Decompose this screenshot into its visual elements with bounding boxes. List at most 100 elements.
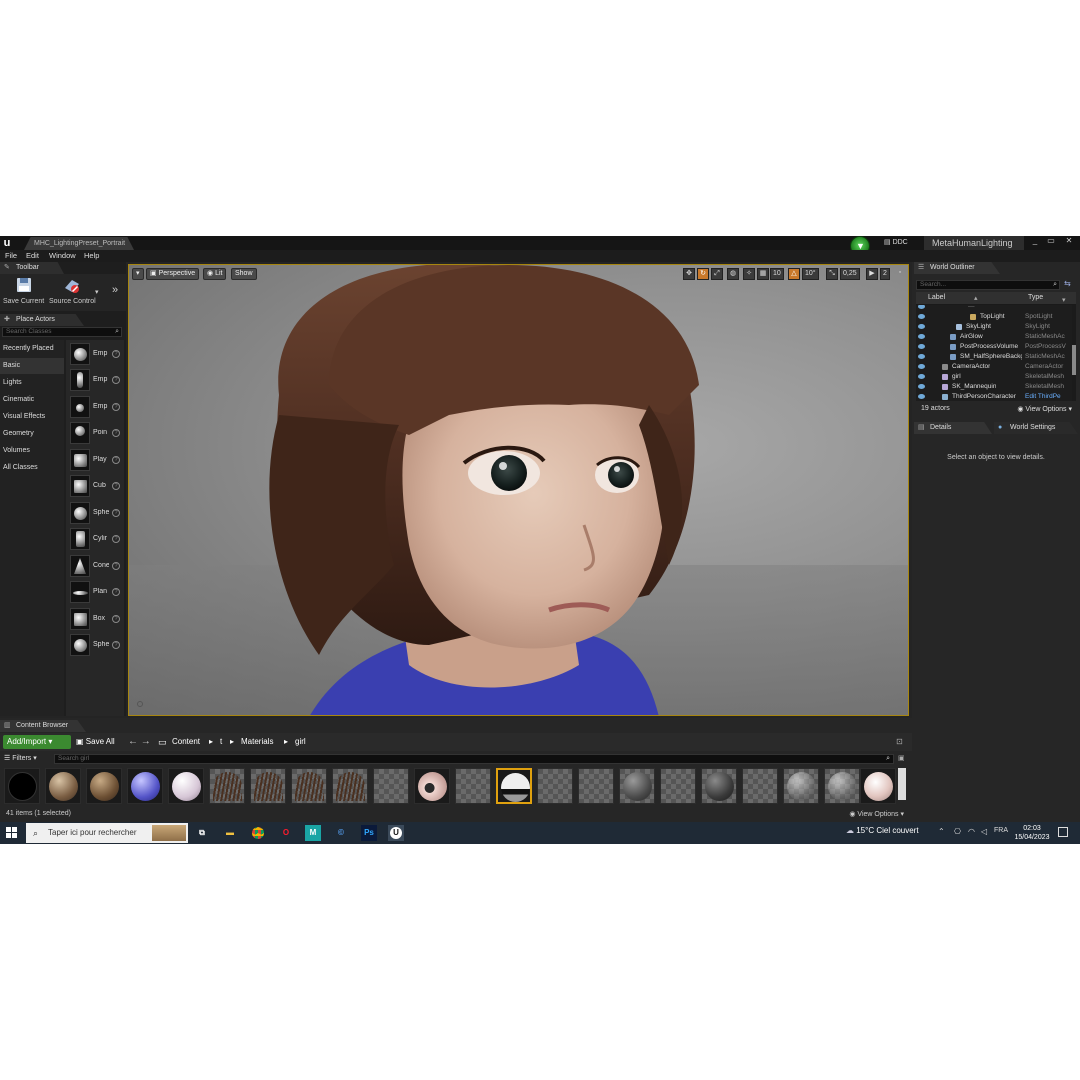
forward-arrow-icon[interactable]: → [141, 736, 151, 747]
grid-snap-icon[interactable]: ▦ [757, 268, 769, 280]
expand-toolbar-icon[interactable]: » [112, 284, 118, 296]
details-tab[interactable]: ▤ Details [914, 422, 992, 434]
asset-thumbnail[interactable] [209, 768, 245, 804]
table-row[interactable]: CameraActor CameraActor [916, 362, 1072, 372]
menu-edit[interactable]: Edit [26, 251, 39, 260]
save-search-icon[interactable]: ▣ [898, 754, 905, 762]
actor-empty-pawn[interactable]: Emp? [68, 395, 124, 419]
visibility-eye-icon[interactable] [918, 394, 925, 399]
actor-sphere[interactable]: Sphe? [68, 501, 124, 525]
asset-thumbnail[interactable] [291, 768, 327, 804]
back-arrow-icon[interactable]: ← [128, 736, 138, 747]
close-button[interactable]: ✕ [1062, 236, 1076, 246]
visibility-eye-icon[interactable] [918, 344, 925, 349]
ddc-label[interactable]: ▤ DDC [884, 238, 908, 246]
world-outliner-tab[interactable]: ☰ World Outliner [914, 262, 1000, 274]
asset-thumbnail[interactable] [127, 768, 163, 804]
visibility-eye-icon[interactable] [918, 314, 925, 319]
chrome-icon[interactable] [250, 825, 266, 841]
outliner-filter-icon[interactable]: ⇆ [1064, 279, 1074, 289]
c-app-icon[interactable]: © [333, 825, 349, 841]
table-row[interactable]: PostProcessVolume PostProcessV [916, 342, 1072, 352]
asset-thumbnail[interactable] [332, 768, 368, 804]
content-search-input[interactable]: Search girl ⌕ [54, 754, 894, 764]
col-label[interactable]: Label [928, 294, 945, 301]
asset-thumbnail[interactable] [4, 768, 40, 804]
asset-thumbnail[interactable] [168, 768, 204, 804]
category-lights[interactable]: Lights [0, 375, 64, 391]
rotation-snap-icon[interactable]: △ [788, 268, 800, 280]
menu-file[interactable]: File [5, 251, 17, 260]
menu-help[interactable]: Help [84, 251, 99, 260]
visibility-eye-icon[interactable] [918, 374, 925, 379]
category-geometry[interactable]: Geometry [0, 426, 64, 442]
asset-thumbnail[interactable] [701, 768, 737, 804]
actor-cube[interactable]: Cub? [68, 474, 124, 498]
place-actors-tab[interactable]: ✚ Place Actors [0, 314, 84, 326]
camera-speed-icon[interactable]: ▶ [866, 268, 878, 280]
volume-icon[interactable]: ◁ [981, 827, 987, 836]
help-icon[interactable]: ? [112, 641, 120, 649]
unreal-engine-taskbar-icon[interactable]: U [388, 825, 404, 841]
source-control-dropdown-icon[interactable]: ▾ [95, 288, 99, 296]
asset-thumbnail[interactable] [660, 768, 696, 804]
table-row[interactable]: SM_HalfSphereBackg StaticMeshAc [916, 352, 1072, 362]
toolbar-tab[interactable]: ✎ Toolbar [0, 262, 64, 274]
breadcrumb-separator-icon[interactable]: ▸ [209, 737, 213, 746]
actor-plane[interactable]: Plan? [68, 580, 124, 604]
rotation-snap-value[interactable]: 10° [802, 268, 819, 280]
actor-empty-character[interactable]: Emp? [68, 368, 124, 392]
folder-icon[interactable]: ▭ [158, 737, 167, 748]
edit-blueprint-link[interactable]: Edit ThirdPe [1025, 393, 1070, 400]
asset-thumbnail[interactable] [742, 768, 778, 804]
lit-button[interactable]: ◉ Lit [203, 268, 227, 280]
asset-thumbnail-selected[interactable] [496, 768, 532, 804]
asset-scrollbar[interactable] [898, 768, 906, 800]
help-icon[interactable]: ? [112, 376, 120, 384]
perspective-button[interactable]: ▣ Perspective [146, 268, 200, 280]
photoshop-icon[interactable]: Ps [361, 825, 377, 841]
level-viewport[interactable]: ▾ ▣ Perspective ◉ Lit Show ✥ ↻ ⤢ ◍ ✧ ▦ 1… [128, 264, 909, 716]
scale-snap-value[interactable]: 0,25 [840, 268, 860, 280]
actor-player-start[interactable]: Play? [68, 448, 124, 472]
unreal-logo-icon[interactable]: u [1, 236, 13, 250]
help-icon[interactable]: ? [112, 509, 120, 517]
weather-widget[interactable]: ☁ 15°C Ciel couvert [846, 826, 919, 835]
asset-thumbnail[interactable] [414, 768, 450, 804]
save-current-button[interactable]: Save Current [3, 276, 44, 305]
breadcrumb-girl[interactable]: girl [295, 737, 306, 746]
asset-thumbnail[interactable] [619, 768, 655, 804]
surface-snapping-icon[interactable]: ✧ [743, 268, 755, 280]
taskbar-search-input[interactable]: ⌕ Taper ici pour rechercher [26, 823, 188, 843]
menu-window[interactable]: Window [49, 251, 76, 260]
search-classes-input[interactable]: Search Classes ⌕ [2, 327, 122, 337]
visibility-eye-icon[interactable] [918, 364, 925, 369]
filters-button[interactable]: ☰ Filters ▾ [4, 754, 37, 762]
breadcrumb-separator-icon[interactable]: ▸ [230, 737, 234, 746]
table-row[interactable]: SK_Mannequin SkeletalMesh [916, 382, 1072, 392]
camera-speed-value[interactable]: 2 [880, 268, 890, 280]
level-tab[interactable]: MHC_LightingPreset_Portrait [24, 237, 134, 250]
visibility-eye-icon[interactable] [918, 354, 925, 359]
outliner-view-options-button[interactable]: ◉ View Options ▾ [1017, 405, 1072, 413]
rotate-icon[interactable]: ↻ [697, 268, 709, 280]
actor-empty-actor[interactable]: Emp? [68, 342, 124, 366]
category-recently-placed[interactable]: Recently Placed [0, 341, 64, 357]
category-basic[interactable]: Basic [0, 358, 64, 374]
notifications-icon[interactable] [1058, 827, 1068, 837]
opera-icon[interactable]: O [278, 825, 294, 841]
source-control-button[interactable]: Source Control [49, 276, 96, 305]
col-type[interactable]: Type [1028, 294, 1043, 301]
visibility-eye-icon[interactable] [918, 384, 925, 389]
translate-icon[interactable]: ✥ [683, 268, 695, 280]
windows-start-icon[interactable] [6, 827, 18, 839]
breadcrumb-separator-icon[interactable]: ▸ [284, 737, 288, 746]
content-browser-tab[interactable]: ▥ Content Browser [0, 720, 86, 732]
table-row[interactable]: ThirdPersonCharacter Edit ThirdPe [916, 392, 1072, 401]
help-icon[interactable]: ? [112, 482, 120, 490]
help-icon[interactable]: ? [112, 615, 120, 623]
help-icon[interactable]: ? [112, 456, 120, 464]
maximize-viewport-icon[interactable]: ▫ [895, 268, 905, 280]
world-local-icon[interactable]: ◍ [727, 268, 739, 280]
task-view-icon[interactable]: ⧉ [194, 825, 210, 841]
